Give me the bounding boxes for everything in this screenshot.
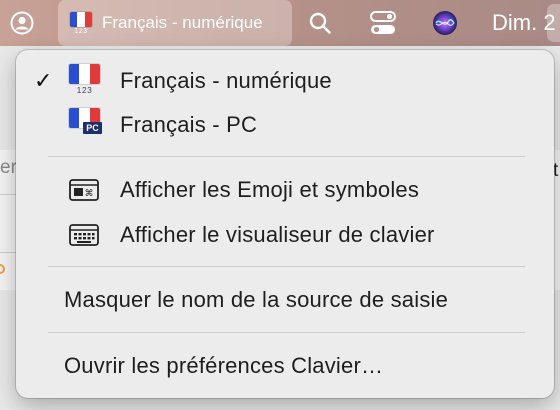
background-text-left: er <box>0 157 17 178</box>
keyboard-icon <box>69 224 99 251</box>
menubar-highlight <box>547 4 560 42</box>
flag-badge: PC <box>83 122 102 134</box>
menu-item-francais-numerique[interactable]: ✓ 123 Français - numérique <box>16 60 554 102</box>
menu-item-label: Masquer le nom de la source de saisie <box>64 287 449 312</box>
menu-item-open-keyboard-preferences[interactable]: Ouvrir les préférences Clavier… <box>16 345 554 387</box>
menu-separator <box>48 332 525 333</box>
siri-icon[interactable] <box>430 0 460 46</box>
menu-item-label: Ouvrir les préférences Clavier… <box>64 353 384 378</box>
input-source-dropdown: ✓ 123 Français - numérique PC Français -… <box>16 50 554 398</box>
background-divider <box>0 194 16 195</box>
menu-item-show-emoji-symbols[interactable]: ⌘ Afficher les Emoji et symboles <box>16 169 554 211</box>
menu-separator <box>48 266 525 267</box>
emoji-symbols-icon: ⌘ <box>69 179 99 206</box>
menu-item-label: Afficher le visualiseur de clavier <box>120 222 435 247</box>
menu-item-label: Afficher les Emoji et symboles <box>120 177 420 202</box>
flag-badge: 123 <box>76 85 93 95</box>
french-flag-icon: 123 <box>69 64 100 95</box>
menu-separator <box>48 156 525 157</box>
french-flag-pc-icon: PC <box>69 108 103 138</box>
checkmark-icon: ✓ <box>34 68 53 93</box>
spotlight-search-icon[interactable] <box>305 0 335 46</box>
menu-item-hide-input-source-name[interactable]: Masquer le nom de la source de saisie <box>16 279 554 321</box>
svg-text:⌘: ⌘ <box>85 189 94 199</box>
input-source-menu-button[interactable]: 123 Français - numérique <box>58 0 292 46</box>
menu-bar: 123 Français - numérique Dim. 2 <box>0 0 560 46</box>
menu-item-show-keyboard-viewer[interactable]: Afficher le visualiseur de clavier <box>16 214 554 256</box>
control-center-icon[interactable] <box>366 0 400 46</box>
user-account-icon[interactable] <box>8 0 36 46</box>
background-divider <box>0 252 16 253</box>
menu-item-label: Français - numérique <box>120 68 332 93</box>
input-source-label: Français - numérique <box>102 13 263 32</box>
french-flag-icon: 123 <box>70 11 92 35</box>
menu-item-label: Français - PC <box>120 112 258 137</box>
flag-caption: 123 <box>74 27 88 35</box>
menu-item-francais-pc[interactable]: PC Français - PC <box>16 104 554 146</box>
